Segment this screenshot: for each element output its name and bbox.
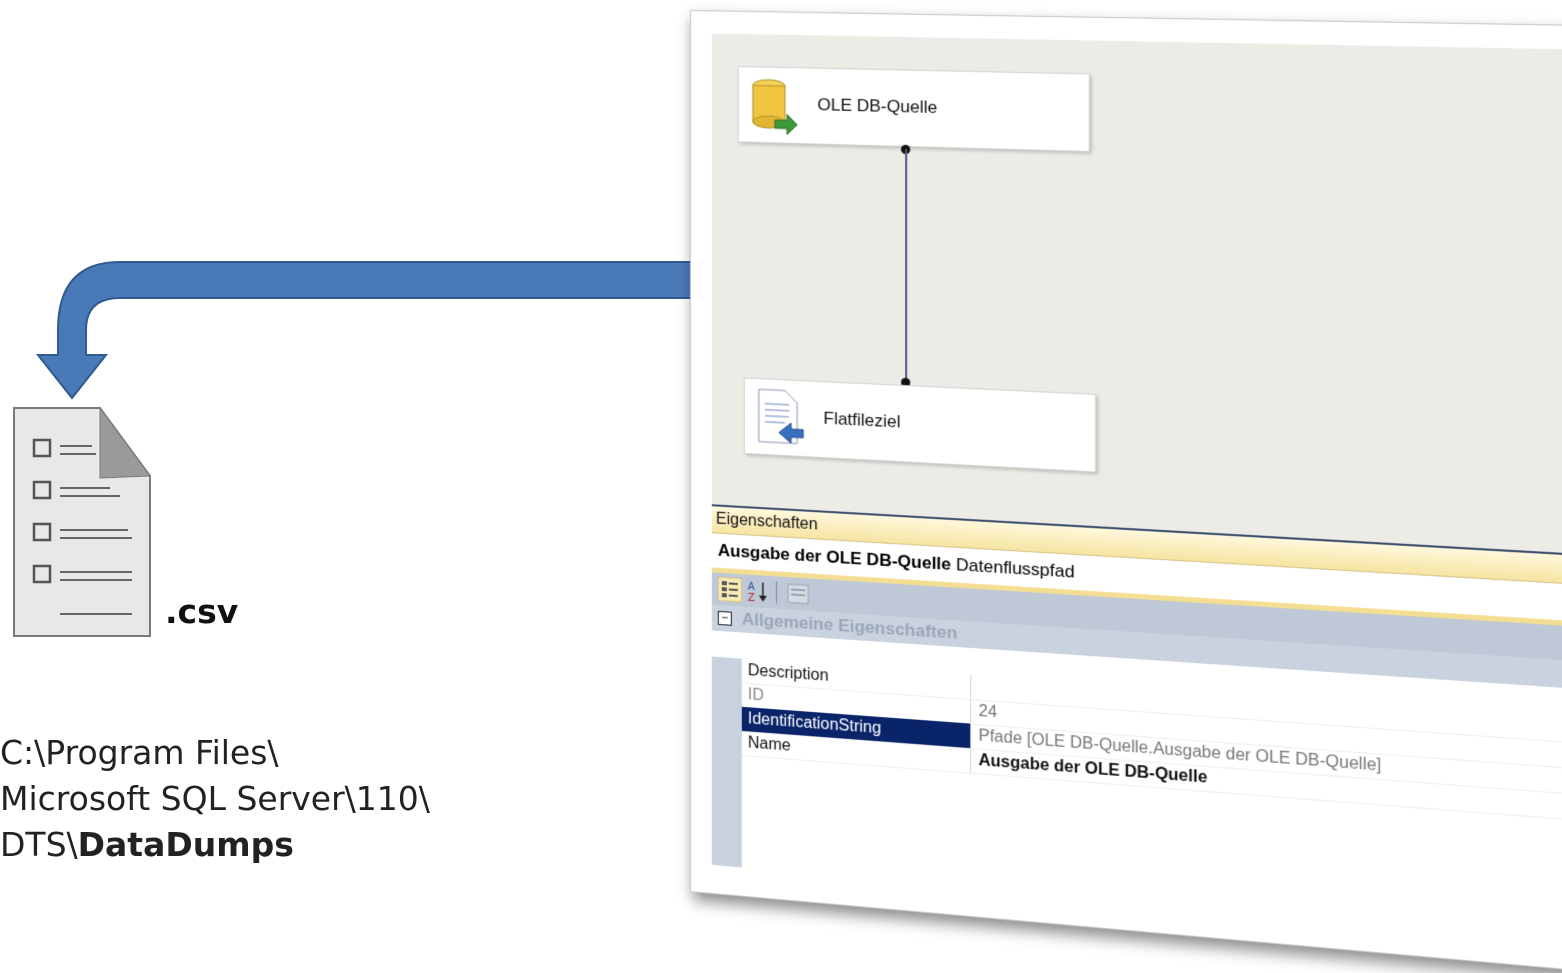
dataflow-path-line[interactable] <box>905 148 908 378</box>
path-line-1: C:\Program Files\ <box>0 733 279 772</box>
selected-object-type: Datenflusspfad <box>955 554 1075 582</box>
csv-file-icon <box>13 406 151 637</box>
property-pages-icon[interactable] <box>786 581 810 607</box>
destination-component-label: Flatfileziel <box>823 408 901 432</box>
alphabetical-sort-icon[interactable]: A Z <box>746 579 770 605</box>
flat-file-destination-component[interactable]: Flatfileziel <box>743 377 1097 473</box>
dataflow-canvas[interactable]: OLE DB-Quelle Flatfileziel <box>711 33 1562 554</box>
ssis-designer-window: OLE DB-Quelle Flatfileziel Eigenschaften… <box>690 10 1562 973</box>
selected-object-name: Ausgabe der OLE DB-Quelle <box>717 540 952 575</box>
path-folder-bold: DataDumps <box>77 825 294 864</box>
categorized-sort-icon[interactable] <box>717 576 742 603</box>
flat-file-destination-icon <box>755 387 805 448</box>
svg-text:Z: Z <box>748 593 755 605</box>
path-line-2: Microsoft SQL Server\110\ <box>0 779 430 818</box>
svg-text:A: A <box>748 582 755 594</box>
file-extension-label: .csv <box>165 592 239 631</box>
database-source-icon <box>749 75 799 135</box>
ole-db-source-component[interactable]: OLE DB-Quelle <box>737 66 1090 152</box>
property-grid: Description ID 24 IdentificationString P… <box>712 657 1562 821</box>
collapse-icon[interactable]: − <box>717 610 732 626</box>
properties-panel: Eigenschaften Ausgabe der OLE DB-Quelle … <box>711 504 1562 940</box>
path-line-3-prefix: DTS\ <box>0 825 78 864</box>
path-line-3: DTS\DataDumps <box>0 822 430 868</box>
source-component-label: OLE DB-Quelle <box>817 94 938 118</box>
dump-path-text: C:\Program Files\ Microsoft SQL Server\1… <box>0 730 430 868</box>
toolbar-separator <box>775 581 777 604</box>
